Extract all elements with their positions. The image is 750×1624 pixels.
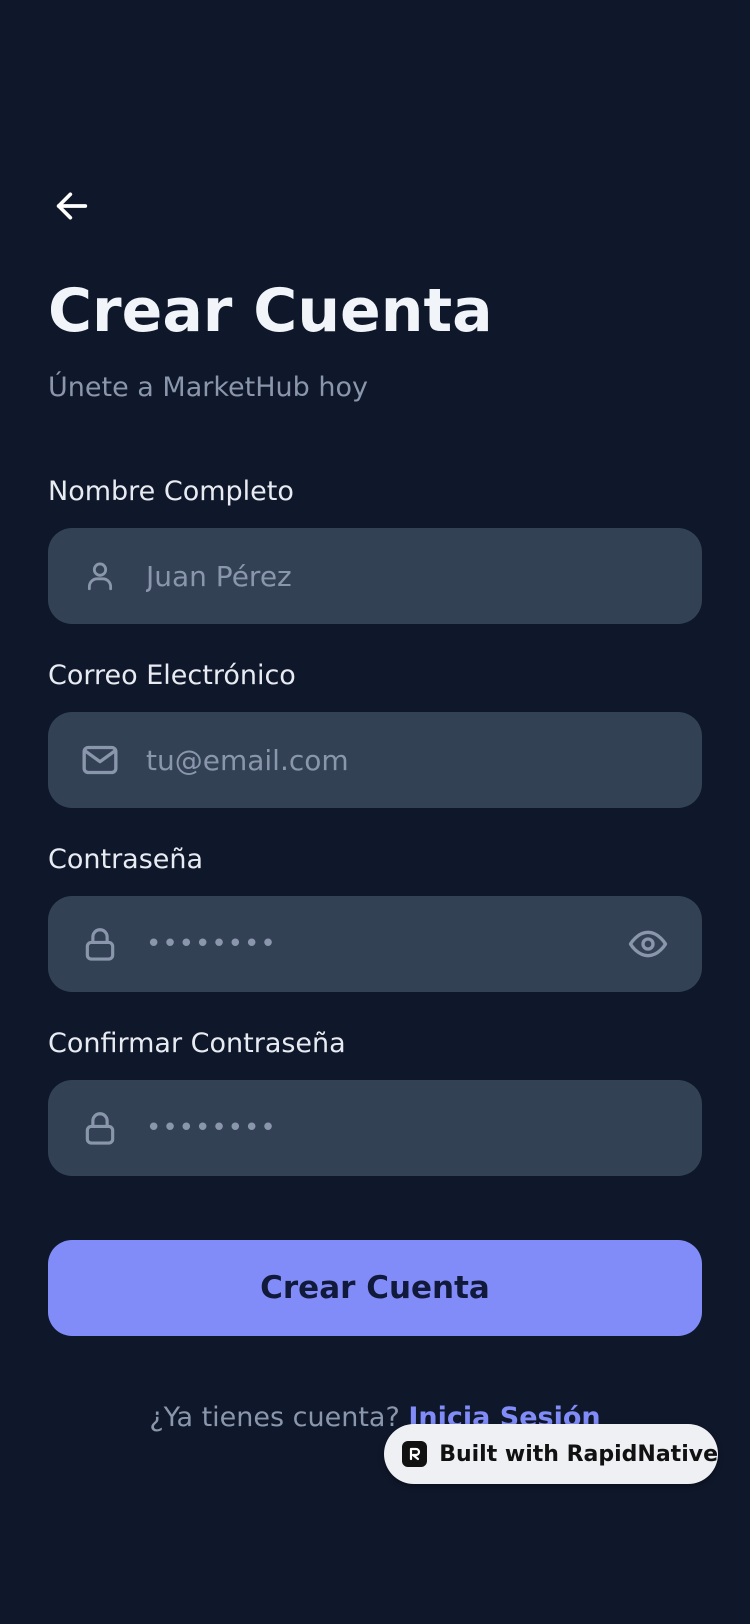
- email-input[interactable]: [146, 712, 646, 808]
- eye-icon[interactable]: [624, 920, 672, 968]
- full-name-label: Nombre Completo: [48, 476, 294, 507]
- confirm-password-input[interactable]: ••••••••: [146, 1080, 277, 1176]
- user-icon: [80, 554, 120, 598]
- full-name-input[interactable]: [146, 528, 646, 624]
- confirm-password-field[interactable]: ••••••••: [48, 1080, 702, 1176]
- password-label: Contraseña: [48, 844, 204, 875]
- back-button[interactable]: [44, 180, 100, 236]
- mail-icon: [80, 738, 120, 782]
- create-account-button[interactable]: Crear Cuenta: [48, 1240, 702, 1336]
- built-with-badge[interactable]: Built with RapidNative: [384, 1424, 718, 1484]
- lock-icon: [80, 1106, 120, 1150]
- confirm-password-label: Confirmar Contraseña: [48, 1028, 346, 1059]
- email-label: Correo Electrónico: [48, 660, 296, 691]
- lock-icon: [80, 922, 120, 966]
- page-subtitle: Únete a MarketHub hoy: [48, 372, 368, 403]
- email-field: [48, 712, 702, 808]
- full-name-field: [48, 528, 702, 624]
- password-input[interactable]: ••••••••: [146, 896, 277, 992]
- password-field[interactable]: ••••••••: [48, 896, 702, 992]
- arrow-left-icon: [52, 186, 92, 230]
- login-prompt-text: ¿Ya tienes cuenta?: [149, 1402, 400, 1433]
- rapidnative-logo-icon: [402, 1441, 428, 1467]
- signup-screen: Crear Cuenta Únete a MarketHub hoy Nombr…: [0, 0, 750, 1624]
- built-with-label: Built with RapidNative: [439, 1441, 718, 1467]
- page-title: Crear Cuenta: [48, 276, 493, 346]
